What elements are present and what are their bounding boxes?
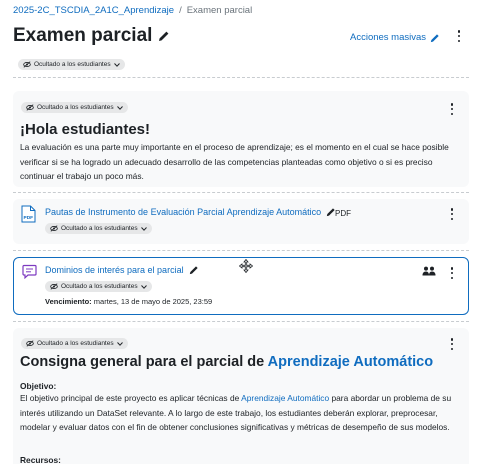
resources-label: Recursos: [20,455,61,464]
chevron-down-icon [113,62,120,67]
consigna-heading: Consigna general para el parcial de Apre… [20,354,433,370]
pdf-activity-card [13,199,469,244]
chevron-down-icon [140,284,147,289]
badge-label: Ocultado a los estudiantes [34,61,111,68]
edit-pencil-icon[interactable] [158,30,170,42]
move-cursor-icon [239,259,253,273]
consigna-visibility-badge[interactable]: Ocultado a los estudiantes [21,338,128,349]
pdf-file-icon: PDF [21,205,36,223]
pdf-activity-name: Pautas de Instrumento de Evaluación Parc… [45,207,322,217]
eye-slash-icon [26,340,34,347]
forum-activity-name: Dominios de interés para el parcial [45,265,184,275]
due-value: martes, 13 de mayo de 2025, 23:59 [93,297,213,306]
edit-pencil-icon[interactable] [189,265,199,275]
intro-visibility-badge[interactable]: Ocultado a los estudiantes [21,102,128,113]
forum-due-date: Vencimiento: martes, 13 de mayo de 2025,… [45,297,212,306]
chevron-down-icon [116,341,123,346]
eye-slash-icon [50,225,58,232]
badge-label: Ocultado a los estudiantes [61,283,138,290]
badge-label: Ocultado a los estudiantes [61,225,138,232]
forum-visibility-badge[interactable]: Ocultado a los estudiantes [45,281,152,292]
bulk-actions-link[interactable]: Acciones masivas [350,32,440,43]
bulk-actions-label: Acciones masivas [350,32,427,43]
section-visibility-badge[interactable]: Ocultado a los estudiantes [18,59,125,70]
section-divider [13,77,469,78]
page-title-text: Examen parcial [13,25,153,46]
intro-menu-kebab-icon[interactable] [448,102,456,116]
group-mode-icon[interactable] [422,266,436,276]
breadcrumb-current: Examen parcial [186,5,253,16]
chevron-down-icon [116,105,123,110]
objective-text-start: El objetivo principal de este proyecto e… [20,393,240,403]
pencil-icon [430,33,439,42]
intro-body: La evaluación es una parte muy important… [20,142,449,181]
consigna-heading-highlight: Aprendizaje Automático [267,354,434,370]
objective-text: El objetivo principal de este proyecto e… [20,391,464,435]
breadcrumb-course-link[interactable]: 2025-2C_TSCDIA_2A1C_Aprendizaje [13,5,174,16]
pdf-menu-kebab-icon[interactable] [448,207,456,221]
file-type-label: PDF [335,209,351,218]
pdf-visibility-badge[interactable]: Ocultado a los estudiantes [45,223,152,234]
forum-icon [22,264,37,279]
activity-divider [13,250,469,251]
forum-activity-link[interactable]: Dominios de interés para el parcial [45,265,199,275]
breadcrumb-separator: / [179,5,182,16]
eye-slash-icon [23,61,31,68]
objective-link[interactable]: Aprendizaje Automático [241,393,329,403]
consigna-heading-prefix: Consigna general para el parcial de [20,354,265,370]
page-menu-kebab-icon[interactable] [455,29,463,43]
breadcrumb: 2025-2C_TSCDIA_2A1C_Aprendizaje / Examen… [13,5,252,16]
eye-slash-icon [26,104,34,111]
badge-label: Ocultado a los estudiantes [37,104,114,111]
activity-divider [13,192,469,193]
svg-text:PDF: PDF [24,215,34,221]
due-label: Vencimiento: [45,297,92,306]
pdf-activity-link[interactable]: Pautas de Instrumento de Evaluación Parc… [45,207,336,217]
page-title: Examen parcial [13,25,170,47]
eye-slash-icon [50,283,58,290]
activity-divider [13,321,469,322]
forum-menu-kebab-icon[interactable] [448,266,456,280]
badge-label: Ocultado a los estudiantes [37,340,114,347]
intro-heading: ¡Hola estudiantes! [20,121,151,138]
consigna-menu-kebab-icon[interactable] [448,337,456,351]
chevron-down-icon [140,226,147,231]
